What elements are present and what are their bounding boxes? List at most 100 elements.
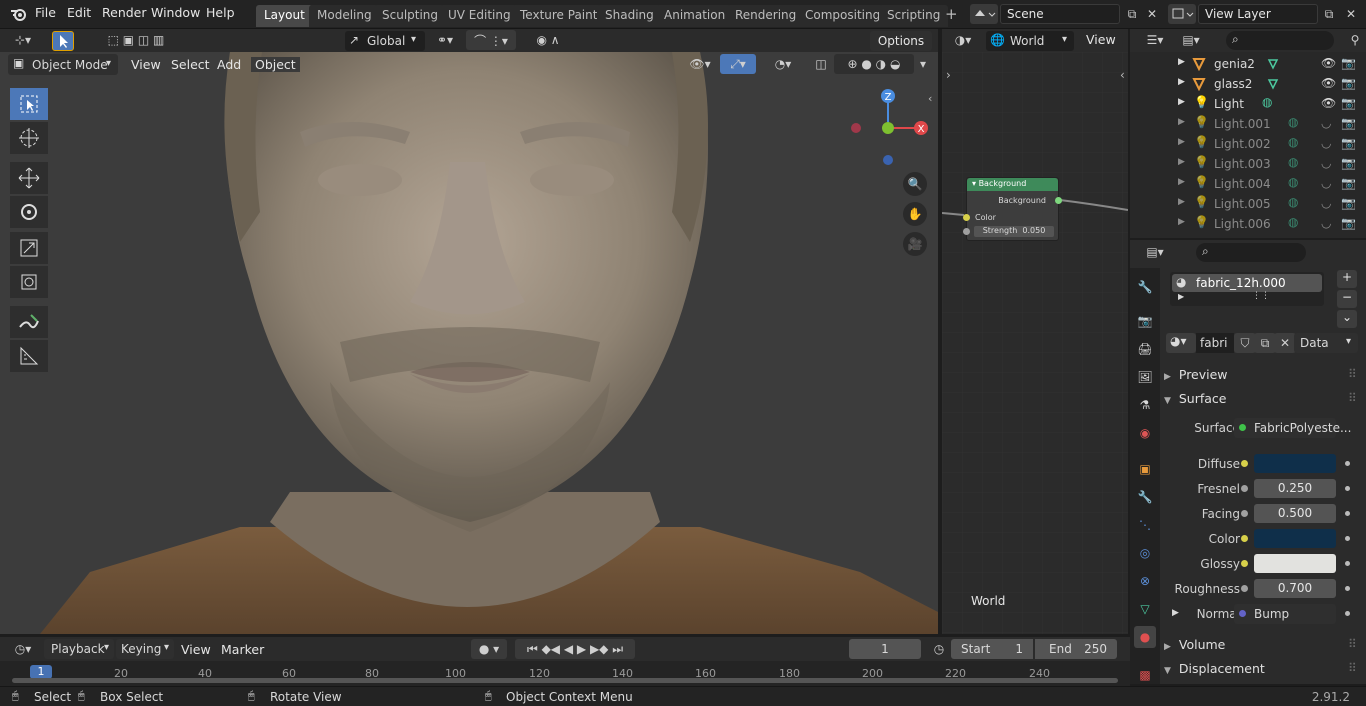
pivot-point-icon[interactable]: ⚭▾ (430, 30, 460, 50)
color-socket[interactable] (963, 214, 970, 221)
properties-editor-type-icon[interactable]: ▤▾ (1140, 242, 1170, 262)
tab-scripting[interactable]: Scripting (879, 5, 949, 27)
duplicate-material-icon[interactable]: ⧉ (1254, 333, 1276, 353)
timeline-menu-marker[interactable]: Marker (221, 642, 264, 657)
data-tab-icon[interactable]: ▽ (1134, 598, 1156, 620)
shader-type-icon[interactable]: ◑▾ (948, 30, 978, 50)
surface-panel-header[interactable]: ▼ Surface (1164, 391, 1227, 406)
rotate-tool[interactable] (10, 196, 48, 228)
eye-closed-icon[interactable]: ◡ (1321, 176, 1331, 190)
navigation-gizmo[interactable]: Z X (845, 86, 935, 166)
color-field[interactable] (1254, 529, 1336, 548)
scene-tab-icon[interactable]: ⚗ (1134, 394, 1156, 416)
transform-orientation-dropdown[interactable]: ↗ Global ▾ (345, 31, 425, 51)
select-box-tool[interactable] (10, 88, 48, 120)
camera-icon[interactable]: 📷 (1341, 56, 1356, 70)
outliner-row[interactable]: ▶ 💡 Light.004 ◍ ◡ 📷 (1130, 174, 1366, 194)
particles-tab-icon[interactable]: ⋱ (1134, 514, 1156, 536)
outliner-row[interactable]: ▶ 💡 Light.006 ◍ ◡ 📷 (1130, 214, 1366, 234)
expand-arrow-icon[interactable]: ▶ (1178, 57, 1185, 67)
world-dropdown[interactable]: 🌐 World ▾ (986, 31, 1074, 51)
material-slot-row[interactable]: ◕ fabric_12h.000 (1172, 274, 1322, 292)
material-tab-icon[interactable]: ● (1134, 626, 1156, 648)
cursor-tool[interactable] (10, 122, 48, 154)
scene-name-field[interactable]: Scene (1000, 4, 1120, 24)
resize-handle-icon[interactable]: ⋮⋮ (1252, 291, 1270, 301)
pan-hand-icon[interactable]: ✋ (903, 202, 927, 226)
annotate-tool[interactable] (10, 306, 48, 338)
camera-icon[interactable]: 📷 (1341, 216, 1356, 230)
world-tab-icon[interactable]: ◉ (1134, 422, 1156, 444)
remove-scene-icon[interactable]: ✕ (1141, 4, 1163, 24)
expand-arrow-icon[interactable]: ▶ (1172, 608, 1179, 618)
modifier-tab-icon[interactable]: 🔧 (1134, 486, 1156, 508)
outliner-search-input[interactable]: ⌕ (1226, 31, 1334, 50)
tab-modeling[interactable]: Modeling (309, 5, 380, 27)
add-workspace-icon[interactable]: + (945, 5, 958, 23)
tab-compositing[interactable]: Compositing (797, 5, 889, 27)
surface-shader-field[interactable]: FabricPolyeste... (1234, 418, 1351, 438)
physics-tab-icon[interactable]: ◎ (1134, 542, 1156, 564)
shading-mode-icons[interactable]: ⊕ ● ◑ ◒ (834, 54, 914, 74)
properties-search-input[interactable]: ⌕ (1196, 243, 1306, 262)
expand-arrow-icon[interactable]: ▶ (1178, 117, 1185, 127)
tool-tab-icon[interactable]: 🔧 (1134, 276, 1156, 298)
render-tab-icon[interactable]: 📷 (1134, 310, 1156, 332)
menu-render[interactable]: Render (102, 5, 147, 20)
browse-material-button[interactable]: ◕▾ (1166, 333, 1196, 353)
eye-icon[interactable]: 👁 (1321, 96, 1336, 110)
output-socket[interactable] (1055, 197, 1062, 204)
expand-arrow-icon[interactable]: ▶ (1178, 137, 1185, 147)
material-slot-list[interactable]: ◕ fabric_12h.000 ▶ ⋮⋮ (1170, 272, 1324, 306)
unlink-material-icon[interactable]: ✕ (1274, 333, 1296, 353)
remove-view-layer-icon[interactable]: ✕ (1340, 4, 1362, 24)
properties-editor[interactable]: ▤▾ ⌕ 🔧 📷 🖨 🖼 ⚗ ◉ ▣ 🔧 ⋱ ◎ ⊗ ▽ ● ▩ ◕ fabri… (1130, 240, 1366, 684)
constraints-tab-icon[interactable]: ⊗ (1134, 570, 1156, 592)
measure-tool[interactable] (10, 340, 48, 372)
outliner-row[interactable]: ▶ 💡 Light ◍ 👁 📷 (1130, 94, 1366, 114)
texture-tab-icon[interactable]: ▩ (1134, 664, 1156, 684)
material-name-field[interactable]: fabri (1196, 333, 1234, 353)
expand-arrow-icon[interactable]: ▶ (1178, 197, 1185, 207)
mode-dropdown[interactable]: ▣ Object Mode ▾ (8, 54, 118, 75)
glossy-color-field[interactable] (1254, 554, 1336, 573)
menu-file[interactable]: File (35, 5, 56, 20)
stopwatch-icon[interactable]: ◷ (928, 639, 950, 659)
3d-viewport[interactable]: Z X 🔍 ✋ 🎥 ‹ (0, 52, 938, 634)
eye-closed-icon[interactable]: ◡ (1321, 196, 1331, 210)
color-socket-icon[interactable] (1241, 535, 1248, 542)
view-layer-name-field[interactable]: View Layer (1198, 4, 1318, 24)
expand-arrow-icon[interactable]: ▶ (1178, 217, 1185, 227)
move-tool[interactable] (10, 162, 48, 194)
zoom-icon[interactable]: 🔍 (903, 172, 927, 196)
color-socket-icon[interactable] (1241, 560, 1248, 567)
tab-rendering[interactable]: Rendering (727, 5, 805, 27)
eye-closed-icon[interactable]: ◡ (1321, 116, 1331, 130)
menu-view[interactable]: View (131, 57, 161, 72)
visibility-icon[interactable]: 👁▾ (684, 54, 716, 74)
menu-edit[interactable]: Edit (67, 5, 91, 20)
outliner-row[interactable]: ▶ glass2 👁 📷 (1130, 74, 1366, 94)
record-icon[interactable]: ● ▾ (471, 639, 507, 659)
snap-icon[interactable]: ⌒ ⋮▾ (466, 30, 516, 50)
timeline[interactable]: ◷▾ Playback ▾ Keying ▾ View Marker ● ▾ ⏮ ◆… (0, 637, 1130, 687)
current-frame-field[interactable]: 1 (849, 639, 921, 659)
timeline-editor-type-icon[interactable]: ◷▾ (8, 639, 38, 659)
end-frame-field[interactable]: End 250 (1035, 639, 1117, 659)
expand-arrow-icon[interactable]: ▶ (1178, 157, 1185, 167)
drag-handle-icon[interactable]: ⠿ (1348, 367, 1357, 381)
expand-arrow-icon[interactable]: ▶ (1178, 77, 1185, 87)
proportional-edit-icon[interactable]: ◉ ∧ (523, 30, 573, 50)
camera-icon[interactable]: 📷 (1341, 116, 1356, 130)
menu-select[interactable]: Select (171, 57, 210, 72)
outliner-row[interactable]: ▶ 💡 Light.002 ◍ ◡ 📷 (1130, 134, 1366, 154)
select-tool-icon[interactable] (52, 31, 74, 51)
scale-tool[interactable] (10, 232, 48, 264)
tab-layout[interactable]: Layout (256, 5, 313, 27)
menu-help[interactable]: Help (206, 5, 235, 20)
value-socket-icon[interactable] (1241, 585, 1248, 592)
drag-handle-icon[interactable]: ⠿ (1348, 637, 1357, 651)
timeline-scrollbar[interactable] (12, 678, 1118, 683)
eye-closed-icon[interactable]: ◡ (1321, 136, 1331, 150)
slot-specials-button[interactable]: ⌄ (1337, 310, 1357, 328)
